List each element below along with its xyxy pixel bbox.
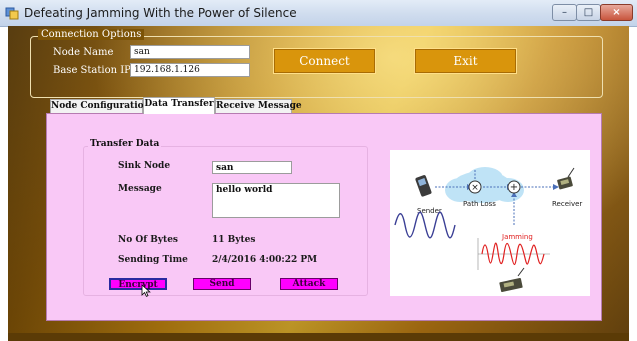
transfer-data-legend: Transfer Data [88,139,162,149]
sender-wave-icon [394,211,456,239]
no-of-bytes-value: 11 Bytes [212,235,256,245]
receiver-device-icon [557,167,575,190]
multiply-node-icon: × [468,180,482,194]
tab-receive-message[interactable]: Receive Message [215,99,302,113]
sender-device-icon [415,175,432,197]
minimize-button[interactable]: – [552,4,577,21]
jamming-diagram: × + Sender Path Loss Receiver Jamming [390,150,590,296]
attack-button[interactable]: Attack [280,278,338,290]
connection-options-legend: Connection Options [38,29,145,40]
exit-button[interactable]: Exit [414,48,517,74]
add-node-icon: + [507,180,521,194]
connect-button[interactable]: Connect [273,48,376,74]
node-name-label: Node Name [53,47,114,58]
close-button[interactable]: × [600,4,633,21]
mouse-cursor-icon [141,284,151,297]
maximize-button[interactable]: □ [576,4,601,21]
receiver-label: Receiver [552,200,582,208]
sink-node-input[interactable]: san [212,161,292,174]
sink-node-label: Sink Node [118,161,171,171]
svg-text:×: × [471,183,479,193]
app-icon [5,7,19,20]
window-title: Defeating Jamming With the Power of Sile… [24,6,297,20]
jamming-wave-icon [477,238,550,270]
send-button[interactable]: Send [193,278,251,290]
svg-text:+: + [510,182,518,193]
base-station-ip-label: Base Station IP [53,65,131,76]
message-textarea[interactable]: hello world [212,183,340,218]
message-label: Message [118,184,162,194]
minimize-icon: – [562,7,567,18]
sending-time-label: Sending Time [118,255,188,265]
sending-time-value: 2/4/2016 4:00:22 PM [212,255,318,265]
tab-node-configuration[interactable]: Node Configuration [50,99,150,113]
close-icon: × [612,7,621,18]
window-bottom-edge [8,333,629,341]
maximize-icon: □ [583,7,594,18]
base-station-ip-input[interactable]: 192.168.1.126 [130,63,250,77]
encrypt-button[interactable]: Encrypt [109,278,167,290]
jamming-label: Jamming [501,233,533,241]
title-bar: Defeating Jamming With the Power of Sile… [0,0,637,27]
node-name-input[interactable]: san [130,45,250,59]
no-of-bytes-label: No Of Bytes [118,235,178,245]
path-loss-label: Path Loss [463,200,496,208]
tab-data-transfer[interactable]: Data Transfer [143,97,215,114]
jammer-device-icon [499,267,525,292]
